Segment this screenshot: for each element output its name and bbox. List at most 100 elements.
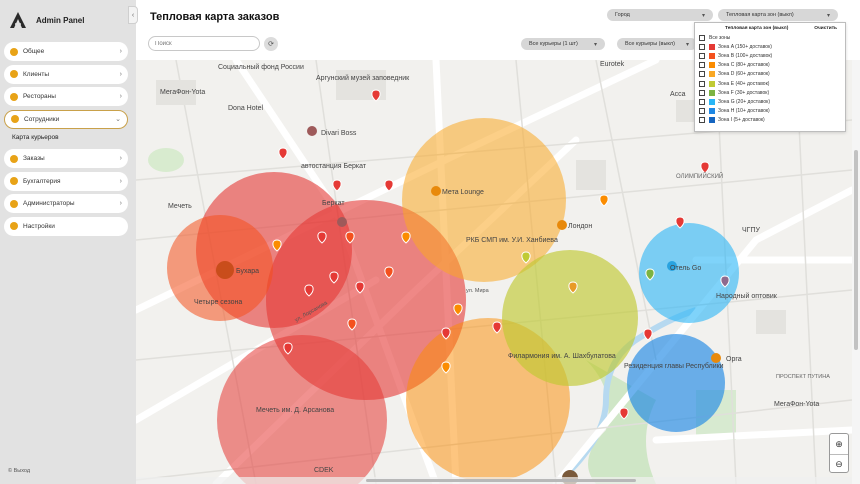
zone-color-swatch bbox=[709, 117, 715, 124]
restaurant-icon[interactable] bbox=[711, 353, 721, 363]
legend-label: Зона F (30+ доставок) bbox=[718, 89, 770, 96]
sidebar-item-label: Бухгалтерия bbox=[23, 177, 61, 185]
zoom-in-button[interactable]: ⊕ bbox=[830, 434, 848, 454]
map-label: Divari Boss bbox=[321, 130, 357, 137]
logout-link[interactable]: © Выход bbox=[8, 468, 30, 474]
legend-header: Тепловая карта зон (выкл) Очистить bbox=[695, 23, 845, 33]
legend-row-zone-h[interactable]: Зона H (10+ доставок) bbox=[695, 107, 845, 116]
chevron-down-icon: ▾ bbox=[826, 12, 830, 19]
checkbox[interactable] bbox=[699, 117, 705, 124]
checkbox[interactable] bbox=[699, 108, 705, 115]
legend-row-zone-g[interactable]: Зона G (20+ доставок) bbox=[695, 97, 845, 106]
sidebar-item-restaurants[interactable]: Рестораны › bbox=[4, 87, 128, 106]
sidebar-item-settings[interactable]: Настройки bbox=[4, 216, 128, 236]
map-label: Бухара bbox=[236, 268, 259, 275]
sidebar-item-label: Сотрудники bbox=[24, 115, 60, 123]
sidebar-item-orders[interactable]: Заказы › bbox=[4, 149, 128, 168]
sidebar-item-admins[interactable]: Администраторы › bbox=[4, 194, 128, 213]
legend-row-zone-e[interactable]: Зона E (40+ доставок) bbox=[695, 79, 845, 88]
vertical-scrollbar[interactable] bbox=[852, 60, 860, 484]
map-label: CDEK bbox=[314, 467, 334, 474]
legend-row-all[interactable]: Все зоны bbox=[695, 33, 845, 42]
map-label: Отель Go bbox=[670, 265, 701, 272]
restaurant-icon[interactable] bbox=[216, 261, 234, 279]
legend-row-zone-a[interactable]: Зона A (150+ доставок) bbox=[695, 42, 845, 51]
map-label: Асса bbox=[670, 91, 686, 98]
zone-color-swatch bbox=[709, 80, 715, 87]
map-label: Орга bbox=[726, 356, 742, 363]
horizontal-scrollbar[interactable] bbox=[136, 477, 852, 484]
sidebar-item-accounting[interactable]: Бухгалтерия › bbox=[4, 171, 128, 191]
courier-filter-1-label: Все курьеры (1 шт) bbox=[529, 41, 578, 47]
restaurant-icon[interactable] bbox=[431, 186, 441, 196]
restaurant-icon[interactable] bbox=[337, 217, 347, 227]
legend-row-zone-b[interactable]: Зона B (100+ доставок) bbox=[695, 51, 845, 60]
zoom-out-button[interactable]: ⊖ bbox=[830, 454, 848, 474]
sidebar-nav: Общее › Клиенты › Рестораны › Сотрудники… bbox=[4, 42, 128, 239]
app-title: Admin Panel bbox=[36, 15, 85, 25]
map-label: Мечеть bbox=[168, 203, 192, 210]
map-label: ПРОСПЕКТ ПУТИНА bbox=[776, 374, 830, 380]
map-label: Мечеть им. Д. Арсанова bbox=[256, 407, 334, 414]
sidebar-subitem-courier-map[interactable]: Карта курьеров bbox=[4, 130, 128, 144]
checkbox[interactable] bbox=[699, 34, 705, 41]
sidebar-item-label: Администраторы bbox=[23, 200, 75, 207]
refresh-icon[interactable]: ⟳ bbox=[264, 37, 278, 51]
search-input[interactable] bbox=[155, 40, 259, 47]
checkbox[interactable] bbox=[699, 71, 705, 78]
chevron-right-icon: › bbox=[119, 177, 122, 185]
restaurant-icon[interactable] bbox=[557, 220, 567, 230]
checkbox[interactable] bbox=[699, 80, 705, 87]
map-label: Социальный фонд России bbox=[218, 63, 304, 71]
heat-zone-yellow-green[interactable] bbox=[502, 250, 638, 386]
chevron-right-icon: › bbox=[119, 93, 122, 100]
zone-select[interactable]: Тепловая карта зон (выкл) ▾ bbox=[718, 9, 838, 21]
heat-zone-blue[interactable] bbox=[627, 334, 725, 432]
map-label: Четыре сезона bbox=[194, 299, 242, 306]
map-label: ул. Мира bbox=[466, 288, 490, 294]
map-label: Беркат bbox=[322, 200, 345, 207]
employees-icon bbox=[11, 115, 19, 123]
legend-row-zone-i[interactable]: Зона I (5+ доставок) bbox=[695, 116, 845, 125]
clear-legend-button[interactable]: Очистить bbox=[814, 26, 837, 31]
legend-row-zone-c[interactable]: Зона C (80+ доставок) bbox=[695, 61, 845, 70]
legend-label: Зона E (40+ доставок) bbox=[718, 80, 770, 87]
sidebar-item-general[interactable]: Общее › bbox=[4, 42, 128, 61]
checkbox[interactable] bbox=[699, 62, 705, 69]
general-icon bbox=[10, 47, 18, 56]
search-field[interactable] bbox=[148, 36, 260, 51]
restaurants-icon bbox=[10, 92, 18, 101]
sidebar: Admin Panel ‹ Общее › Клиенты › Ресторан… bbox=[0, 0, 138, 484]
map-label: Dona Hotel bbox=[228, 105, 263, 112]
checkbox[interactable] bbox=[699, 43, 705, 50]
chevron-down-icon: ▾ bbox=[701, 12, 705, 19]
checkbox[interactable] bbox=[699, 98, 705, 105]
admins-icon bbox=[10, 199, 18, 208]
map-label: Народный оптовик bbox=[716, 292, 778, 300]
city-select[interactable]: Город ▾ bbox=[607, 9, 713, 21]
sidebar-item-clients[interactable]: Клиенты › bbox=[4, 64, 128, 84]
legend-label: Зона G (20+ доставок) bbox=[718, 98, 770, 105]
zone-color-swatch bbox=[709, 71, 715, 78]
city-select-label: Город bbox=[615, 12, 630, 18]
checkbox[interactable] bbox=[699, 89, 705, 96]
legend-row-zone-f[interactable]: Зона F (30+ доставок) bbox=[695, 88, 845, 97]
collapse-sidebar-button[interactable]: ‹ bbox=[128, 6, 138, 24]
clients-icon bbox=[10, 70, 18, 78]
legend-header-title: Тепловая карта зон (выкл) bbox=[725, 25, 789, 31]
courier-filter-1[interactable]: Все курьеры (1 шт) ▾ bbox=[521, 38, 605, 50]
legend-row-zone-d[interactable]: Зона D (60+ доставок) bbox=[695, 70, 845, 79]
brand[interactable]: Admin Panel bbox=[8, 8, 84, 32]
sidebar-item-label: Рестораны bbox=[23, 93, 56, 100]
courier-filter-2[interactable]: Все курьеры (выкл) ▾ bbox=[617, 38, 697, 50]
map-label: ЧГПУ bbox=[742, 227, 760, 234]
checkbox[interactable] bbox=[699, 52, 705, 59]
zone-legend-dropdown: Тепловая карта зон (выкл) Очистить Все з… bbox=[694, 22, 846, 132]
scroll-thumb[interactable] bbox=[854, 150, 858, 350]
chevron-right-icon: › bbox=[119, 48, 122, 55]
scroll-thumb[interactable] bbox=[366, 479, 636, 482]
sidebar-item-employees[interactable]: Сотрудники ⌄ bbox=[4, 109, 128, 129]
page-title: Тепловая карта заказов bbox=[150, 11, 280, 23]
restaurant-icon[interactable] bbox=[307, 126, 317, 136]
courier-filter-2-label: Все курьеры (выкл) bbox=[625, 41, 675, 47]
